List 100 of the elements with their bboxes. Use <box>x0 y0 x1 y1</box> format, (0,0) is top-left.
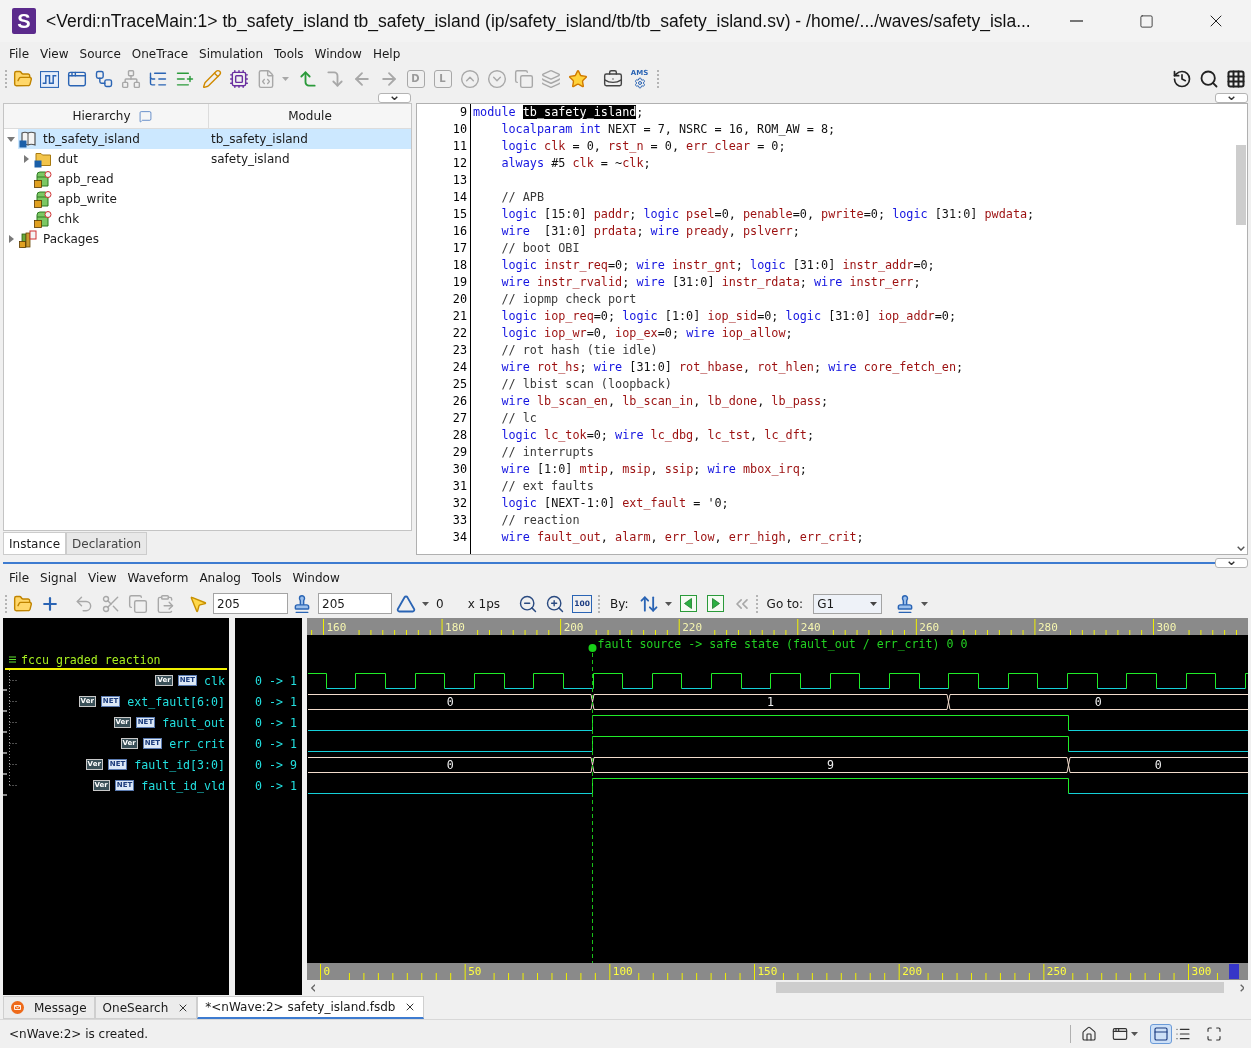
grid-icon[interactable] <box>1225 69 1246 89</box>
fullscreen-icon[interactable] <box>1206 1026 1222 1042</box>
copy-icon[interactable] <box>513 69 534 89</box>
marker-dot-icon[interactable] <box>588 644 597 652</box>
home-icon[interactable] <box>1081 1026 1097 1042</box>
signal-name[interactable]: fault_id[3:0] <box>134 757 225 772</box>
column-header[interactable]: Module <box>288 107 332 125</box>
menu-item[interactable]: Tools <box>269 46 309 62</box>
list-plus-icon[interactable] <box>174 69 195 89</box>
cursor-line[interactable] <box>592 652 593 963</box>
menu-item[interactable]: OneTrace <box>126 46 194 62</box>
signal-name[interactable]: fault_out <box>162 715 225 730</box>
tree-row[interactable]: apb_write <box>33 189 411 209</box>
pencil-icon[interactable] <box>201 69 222 89</box>
signal-name[interactable]: err_crit <box>169 736 225 751</box>
up-down-arrow-icon[interactable] <box>639 593 660 614</box>
menu-item[interactable]: File <box>4 46 35 62</box>
corner-up-arrow-icon[interactable] <box>297 69 318 89</box>
tab[interactable]: Instance <box>3 532 67 555</box>
signal-name[interactable]: ext_fault[6:0] <box>127 694 225 709</box>
chevron-up-circle-icon[interactable] <box>459 69 480 89</box>
marker-time-field[interactable]: 205 <box>318 593 392 614</box>
menu-item[interactable]: Simulation <box>194 46 268 62</box>
column-header[interactable]: Hierarchy <box>72 107 131 125</box>
maximize-icon <box>1138 13 1154 29</box>
corner-down-arrow-icon[interactable] <box>324 69 345 89</box>
line-number: 22 <box>452 325 467 342</box>
copy-icon[interactable] <box>127 593 148 614</box>
scroll-down-icon[interactable] <box>1237 546 1245 551</box>
signal-name[interactable]: fault_id_vld <box>141 778 225 793</box>
folder-open-icon[interactable] <box>12 69 33 89</box>
history-icon[interactable] <box>1171 69 1192 89</box>
scissors-icon[interactable] <box>100 593 121 614</box>
layers-icon[interactable] <box>540 69 561 89</box>
goto-select[interactable]: G1 <box>813 593 883 614</box>
tree-row[interactable]: chk <box>33 209 411 229</box>
tab[interactable]: Message <box>3 996 95 1019</box>
zoom-out-icon[interactable] <box>517 593 538 614</box>
tab[interactable]: *<nWave:2> safety_island.fsdb <box>197 996 425 1019</box>
caret-right-icon[interactable] <box>23 155 29 163</box>
menu-item[interactable]: View <box>82 570 122 586</box>
menu-item[interactable]: Signal <box>35 570 82 586</box>
caret-icon[interactable] <box>665 601 673 606</box>
play-right-icon[interactable] <box>706 595 724 612</box>
line-number: 9 <box>459 104 467 121</box>
code-line: logic instr_req=0; wire instr_gnt; logic [31:0] instr_addr=0; <box>501 257 935 274</box>
caret-down-icon[interactable] <box>7 136 15 142</box>
collapse-button[interactable] <box>378 93 411 103</box>
tab[interactable]: OneSearch <box>94 996 198 1019</box>
list-tree-icon[interactable] <box>147 69 168 89</box>
flow-chart-icon[interactable] <box>93 69 114 89</box>
menu-item[interactable]: Source <box>74 46 126 62</box>
menu-item[interactable]: Analog <box>194 570 246 586</box>
star-icon[interactable] <box>567 69 588 89</box>
ruler-label: 220 <box>682 621 703 634</box>
chip-icon[interactable] <box>228 69 249 89</box>
network-icon[interactable] <box>120 69 141 89</box>
menu-item[interactable]: View <box>35 46 74 62</box>
briefcase-icon[interactable] <box>602 69 623 89</box>
signal-name[interactable]: clk <box>204 673 225 688</box>
caret-right-icon[interactable] <box>8 235 14 243</box>
folder-open-icon[interactable] <box>12 593 33 614</box>
caret-icon[interactable] <box>1130 1032 1138 1036</box>
tree-row[interactable]: dut safety_island <box>33 149 411 169</box>
time-ruler[interactable] <box>307 618 1248 636</box>
search-icon[interactable] <box>1198 69 1219 89</box>
zoom-in-icon[interactable] <box>544 593 565 614</box>
view-toggle[interactable] <box>1150 1024 1172 1044</box>
range-handle[interactable] <box>1229 964 1239 979</box>
chevron-down-circle-icon[interactable] <box>486 69 507 89</box>
scrollbar-thumb[interactable] <box>776 982 1224 993</box>
window-icon[interactable] <box>66 69 87 89</box>
code-line: // rot hash (tie idle) <box>501 342 658 359</box>
scrollbar-thumb[interactable] <box>1236 145 1246 225</box>
menu-item[interactable]: Window <box>309 46 367 62</box>
menu-item[interactable]: Help <box>367 46 406 62</box>
scroll-right-icon[interactable] <box>1239 983 1245 992</box>
caret-icon[interactable] <box>421 601 429 606</box>
line-number: 26 <box>452 393 467 410</box>
tree-row[interactable]: Packages <box>18 229 411 249</box>
square-wave-icon[interactable] <box>40 70 59 88</box>
scroll-left-icon[interactable] <box>310 983 316 992</box>
menu-item[interactable]: Tools <box>246 570 287 586</box>
tree-row[interactable]: tb_safety_island tb_safety_island <box>18 129 411 149</box>
triangle-icon[interactable] <box>395 593 416 614</box>
cursor-time-field[interactable]: 205 <box>213 593 288 614</box>
tab[interactable]: Declaration <box>66 532 148 555</box>
tree-row[interactable]: apb_read <box>33 169 411 189</box>
line-number: 23 <box>452 342 467 359</box>
box-icon <box>34 170 52 188</box>
window-icon[interactable] <box>1112 1026 1128 1042</box>
comment-icon[interactable] <box>138 109 152 123</box>
ruler-label: 280 <box>1037 621 1058 634</box>
collapse-button[interactable] <box>1215 558 1248 568</box>
menu-item[interactable]: Window <box>287 570 345 586</box>
group-name[interactable]: fccu graded reaction <box>21 652 161 667</box>
play-left-icon[interactable] <box>679 595 697 612</box>
menu-item[interactable]: File <box>4 570 35 586</box>
menu-item[interactable]: Waveform <box>122 570 194 586</box>
caret-icon[interactable] <box>920 601 928 606</box>
